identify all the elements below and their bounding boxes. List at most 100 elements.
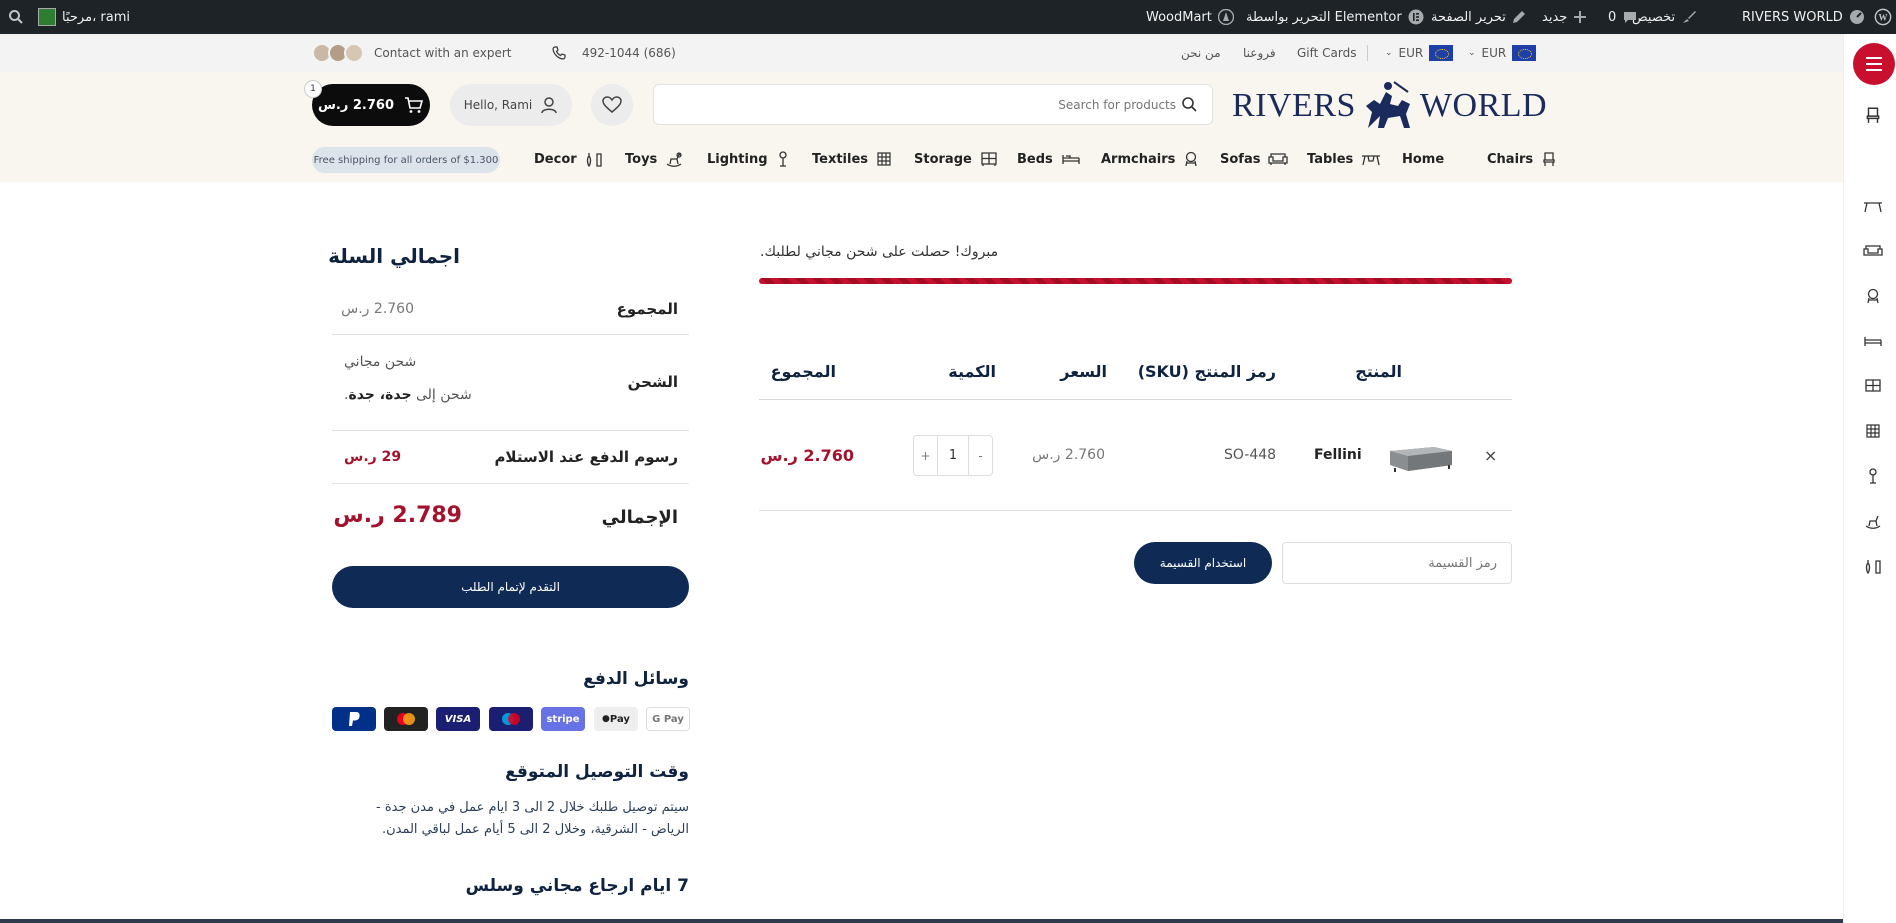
armchair-icon[interactable]	[1860, 285, 1886, 307]
site-name: RIVERS WORLD	[1742, 9, 1843, 25]
search-icon[interactable]	[8, 0, 24, 34]
delivery-text-line-2: الرياض - الشرقية، وخلال 2 الى 5 أيام عمل…	[381, 822, 689, 837]
table-header-divider	[759, 399, 1512, 400]
table-icon	[1361, 151, 1381, 167]
nav-label: Toys	[625, 151, 658, 167]
phone-link[interactable]: 492-1044 (686)	[552, 34, 676, 72]
checkout-button[interactable]: التقدم لإتمام الطلب	[332, 566, 689, 608]
nav-item-tables[interactable]: Tables	[1307, 146, 1381, 172]
customize-link[interactable]: تخصيص	[1632, 0, 1697, 34]
textiles-icon	[876, 151, 892, 167]
nav-label: Home	[1402, 151, 1445, 167]
currency-switcher-1[interactable]: ⌄ EUR	[1468, 34, 1537, 72]
nav-item-storage[interactable]: Storage	[914, 146, 998, 172]
elementor-icon	[1408, 9, 1424, 25]
nav-label: Storage	[914, 151, 972, 167]
paypal-icon	[332, 707, 376, 731]
comments-link[interactable]: 0	[1608, 0, 1638, 34]
expert-avatars	[312, 43, 364, 63]
chair-icon	[1541, 151, 1557, 167]
admin-bar: W RIVERS WORLD تخصيص 0 جديد تحرير الصفحة…	[0, 0, 1896, 34]
woodmart-icon	[1217, 9, 1234, 25]
site-name-link[interactable]: RIVERS WORLD	[1742, 0, 1865, 34]
table-icon[interactable]	[1860, 195, 1886, 217]
chair-icon[interactable]	[1860, 104, 1886, 126]
nav-item-decor[interactable]: Decor	[534, 146, 603, 172]
nav-item-chairs[interactable]: Chairs	[1487, 146, 1557, 172]
branches-link[interactable]: فروعنا	[1243, 34, 1276, 72]
search-bar	[653, 84, 1213, 125]
phone-number: 492-1044 (686)	[582, 46, 676, 60]
contact-expert-label: Contact with an expert	[374, 46, 512, 60]
woodmart-label: WoodMart	[1146, 9, 1212, 25]
qty-plus-button[interactable]: +	[914, 436, 938, 475]
contact-expert-link[interactable]: Contact with an expert	[312, 34, 511, 72]
search-icon[interactable]	[1181, 96, 1198, 113]
qty-input[interactable]: 1	[938, 436, 968, 475]
nav-label: Decor	[534, 151, 577, 167]
bed-icon	[1061, 151, 1081, 167]
nav-item-lighting[interactable]: Lighting	[707, 146, 790, 172]
row-subtotal: 2.760 ر.س	[760, 446, 854, 465]
shipping-place: جدة، جدة	[348, 387, 412, 403]
product-thumbnail[interactable]	[1386, 441, 1456, 475]
menu-button[interactable]	[1853, 43, 1895, 85]
nav-label: Sofas	[1220, 151, 1261, 167]
cart-button[interactable]: 2.760 ر.س	[312, 84, 430, 126]
sofa-icon	[1268, 151, 1289, 167]
rocking-horse-icon[interactable]	[1860, 510, 1886, 532]
woodmart-link[interactable]: WoodMart	[1146, 0, 1234, 34]
col-price: السعر	[1060, 362, 1107, 381]
textiles-icon[interactable]	[1860, 420, 1886, 442]
apple-glyph: ●	[602, 714, 610, 724]
elementor-label: التحرير بواسطة Elementor	[1246, 9, 1402, 25]
remove-item-button[interactable]: ×	[1484, 446, 1497, 465]
sofa-icon[interactable]	[1860, 240, 1886, 262]
edit-page-link[interactable]: تحرير الصفحة	[1431, 0, 1526, 34]
nav-label: Beds	[1017, 151, 1053, 167]
maestro-icon	[489, 707, 533, 731]
cart-totals-title: اجمالي السلة	[328, 244, 460, 268]
bed-icon[interactable]	[1860, 330, 1886, 352]
search-input[interactable]	[666, 85, 1176, 124]
lamp-icon[interactable]	[1860, 465, 1886, 487]
nav-item-toys[interactable]: Toys	[625, 146, 683, 172]
heart-icon	[591, 84, 633, 126]
nav-item-home[interactable]: Home	[1402, 146, 1444, 172]
product-name[interactable]: Fellini	[1314, 447, 1362, 463]
logo-text-left: RIVERS	[1232, 87, 1356, 124]
nav-item-textiles[interactable]: Textiles	[812, 146, 892, 172]
nav-item-armchairs[interactable]: Armchairs	[1101, 146, 1199, 172]
storage-icon[interactable]	[1860, 375, 1886, 397]
coupon-input[interactable]	[1282, 542, 1512, 584]
payment-methods-title: وسائل الدفع	[583, 669, 689, 689]
vase-icon[interactable]	[1860, 555, 1886, 577]
sofa-image	[1390, 447, 1452, 472]
currency-switcher-2[interactable]: ⌄ EUR	[1385, 34, 1454, 72]
nav-item-beds[interactable]: Beds	[1017, 146, 1081, 172]
elementor-edit-link[interactable]: التحرير بواسطة Elementor	[1246, 0, 1424, 34]
plus-icon	[1573, 10, 1587, 24]
divider	[1367, 45, 1368, 61]
apply-coupon-button[interactable]: استخدام القسيمة	[1134, 542, 1272, 584]
account-button[interactable]: Hello, Rami	[450, 84, 572, 126]
vase-icon	[585, 151, 603, 167]
col-sku: رمز المنتج (SKU)	[1137, 362, 1276, 381]
my-account-link[interactable]: مرحبًا، rami	[38, 0, 130, 34]
cart-icon	[404, 96, 424, 114]
cod-fee-label: رسوم الدفع عند الاستلام	[494, 448, 678, 466]
subtotal-label: المجموع	[616, 300, 678, 318]
product-sku: SO-448	[1224, 447, 1277, 463]
about-link[interactable]: من نحن	[1181, 34, 1221, 72]
wishlist-button[interactable]	[591, 84, 633, 126]
nav-label: Armchairs	[1101, 151, 1176, 167]
polo-horse-icon	[1358, 78, 1418, 134]
site-logo[interactable]: RIVERS WORLD	[1232, 78, 1547, 134]
gift-cards-link[interactable]: Gift Cards	[1297, 34, 1357, 72]
nav-item-sofas[interactable]: Sofas	[1220, 146, 1289, 172]
new-content-link[interactable]: جديد	[1542, 0, 1587, 34]
wordpress-logo-icon[interactable]: W	[1874, 0, 1892, 34]
mastercard-icon	[384, 707, 428, 731]
user-avatar-icon	[38, 8, 56, 26]
qty-minus-button[interactable]: -	[968, 436, 992, 475]
